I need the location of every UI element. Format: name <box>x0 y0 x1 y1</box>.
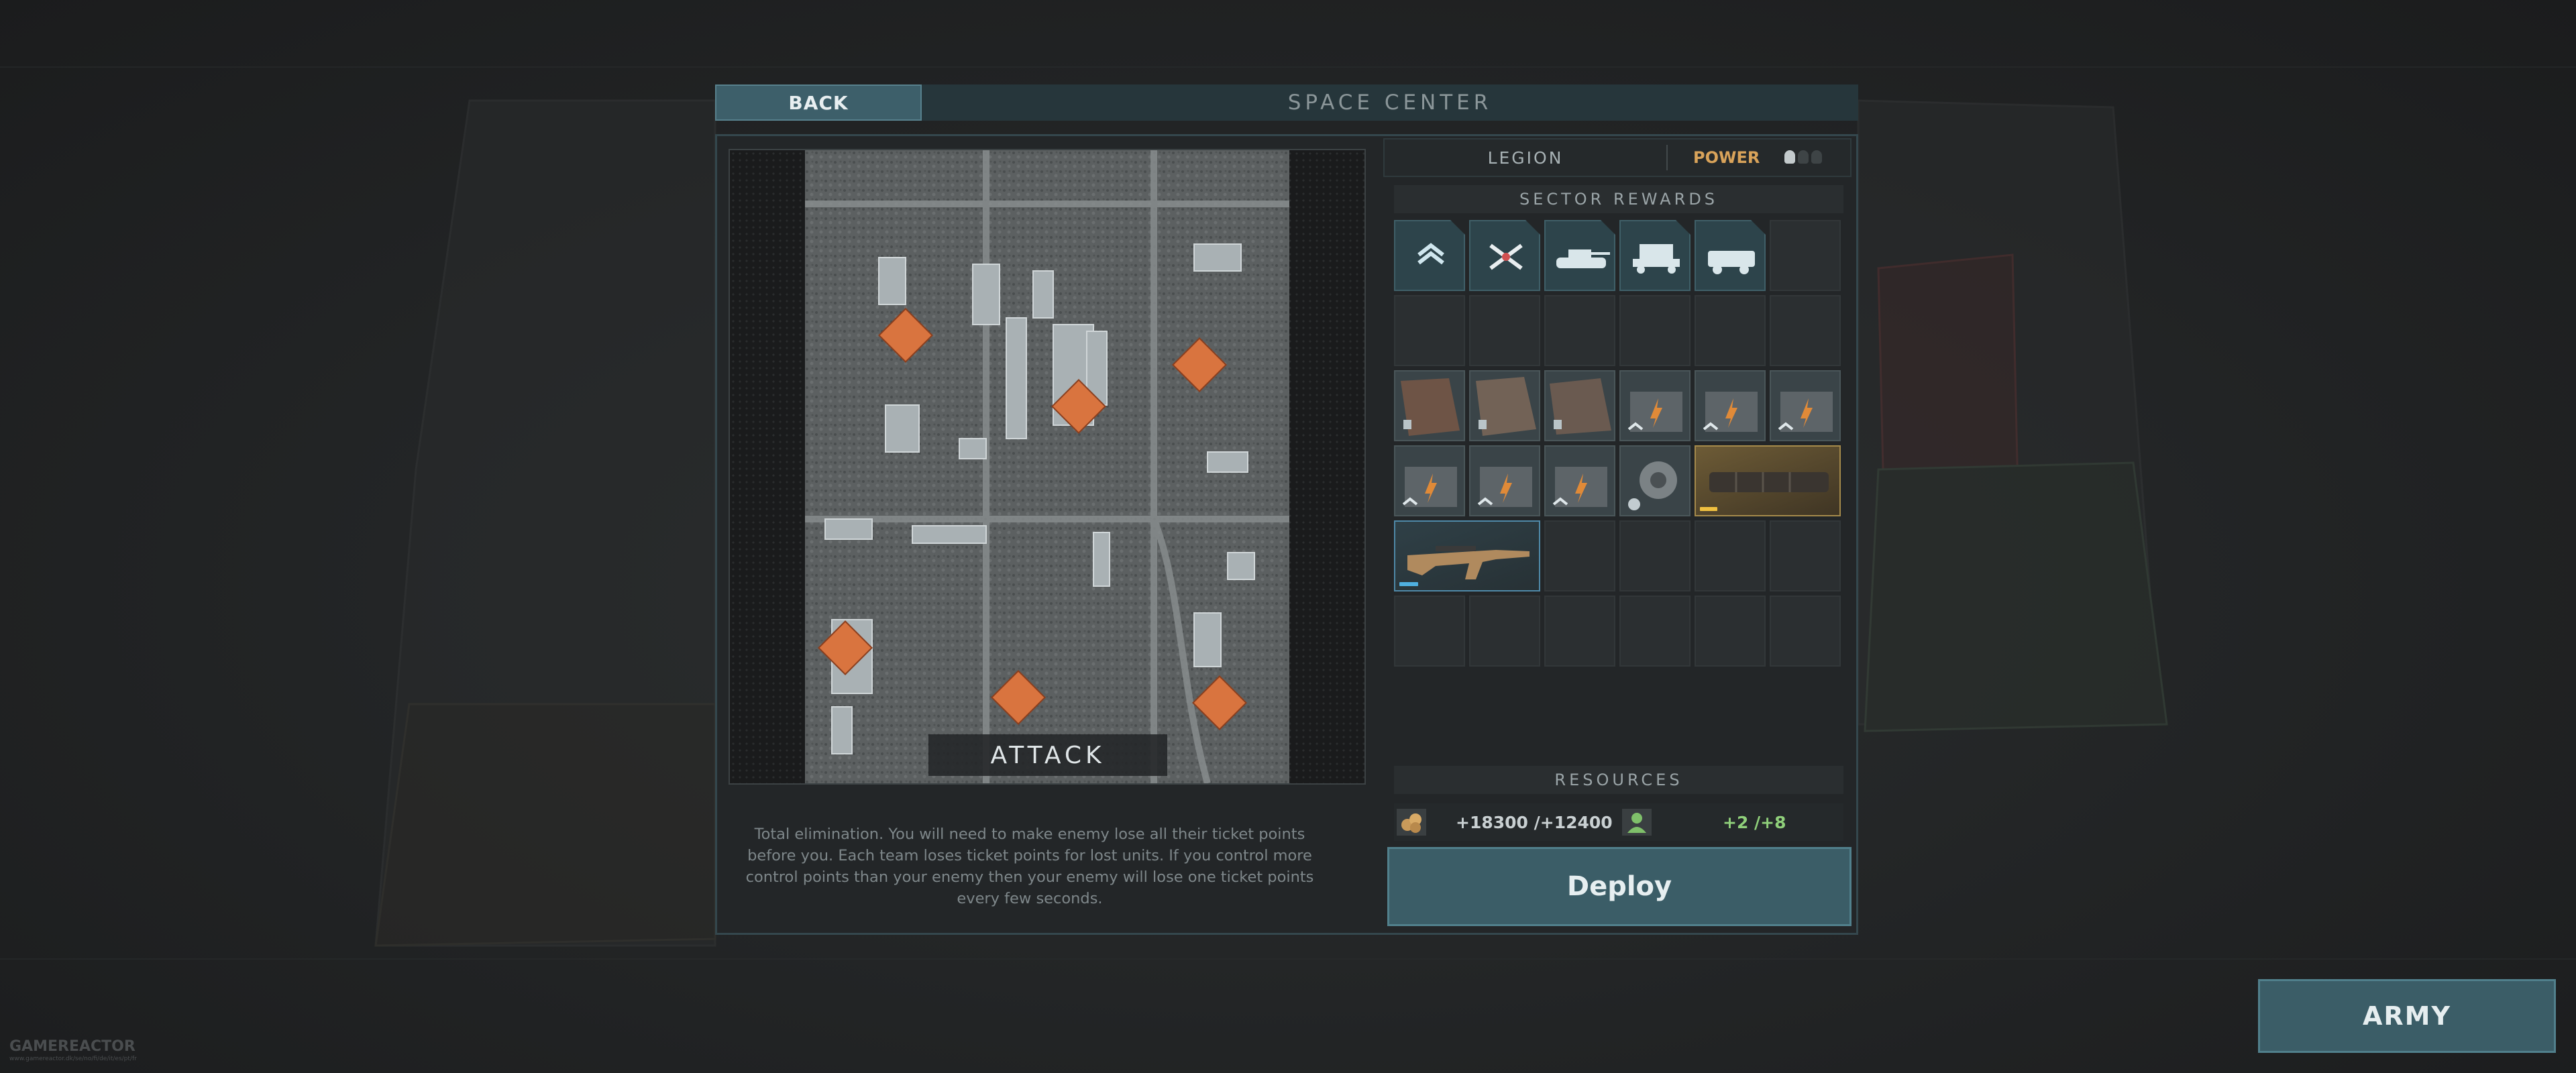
armored-truck-icon[interactable] <box>1695 220 1766 291</box>
empty-slot <box>1770 295 1841 366</box>
divider <box>1666 145 1668 170</box>
mode-description: Total elimination. You will need to make… <box>745 826 1314 907</box>
supplies-icon <box>1397 809 1426 836</box>
sector-rewards-header: SECTOR REWARDS <box>1394 185 1843 213</box>
empty-slot <box>1619 295 1690 366</box>
ammo-crate-icon[interactable] <box>1469 445 1540 516</box>
empty-slot <box>1695 520 1766 591</box>
armor-plate-icon[interactable] <box>1394 370 1465 441</box>
page-title: SPACE CENTER <box>1287 91 1493 115</box>
empty-slot <box>1619 596 1690 667</box>
supplies-value: +18300 /+12400 <box>1456 812 1613 832</box>
resources-header: RESOURCES <box>1394 766 1843 794</box>
army-button[interactable]: ARMY <box>2258 979 2556 1053</box>
satellite-map-image <box>805 150 1289 783</box>
rewards-grid <box>1394 220 1843 676</box>
empty-slot <box>1544 596 1615 667</box>
crossed-weapons-icon[interactable] <box>1469 220 1540 291</box>
rocket-launcher-icon[interactable] <box>1619 220 1690 291</box>
empty-slot <box>1695 596 1766 667</box>
faction-name: LEGION <box>1487 148 1564 168</box>
empty-slot <box>1544 295 1615 366</box>
rarity-bar <box>1399 582 1418 586</box>
power-label: POWER <box>1693 148 1760 167</box>
ammo-crate-icon[interactable] <box>1544 445 1615 516</box>
empty-slot <box>1770 596 1841 667</box>
manpower-value: +2 /+8 <box>1723 812 1786 832</box>
game-mode-label: ATTACK <box>928 734 1167 776</box>
ammo-crate-icon[interactable] <box>1394 445 1465 516</box>
empty-slot <box>1770 220 1841 291</box>
tank-icon[interactable] <box>1544 220 1615 291</box>
empty-slot <box>1394 596 1465 667</box>
game-screen: BACK SPACE CENTER ATTACK Total eliminati… <box>0 0 2576 1073</box>
skull-icon <box>1811 150 1822 164</box>
ammo-crate-icon[interactable] <box>1619 370 1690 441</box>
empty-slot <box>1469 596 1540 667</box>
power-meter <box>1784 150 1822 164</box>
empty-slot <box>1469 295 1540 366</box>
minigun-icon[interactable] <box>1695 445 1841 516</box>
resources-row: +18300 /+12400 +2 /+8 <box>1394 803 1843 841</box>
ammo-crate-icon[interactable] <box>1770 370 1841 441</box>
empty-slot <box>1770 520 1841 591</box>
ammo-crate-icon[interactable] <box>1695 370 1766 441</box>
empty-slot <box>1544 520 1615 591</box>
watermark-logo: GAMEREACTOR <box>9 1038 136 1055</box>
tactical-map[interactable] <box>805 150 1289 783</box>
empty-slot <box>1394 295 1465 366</box>
deploy-button[interactable]: Deploy <box>1387 847 1851 926</box>
top-bar: BACK SPACE CENTER <box>715 84 1858 121</box>
rarity-bar <box>1700 507 1717 511</box>
faction-bar: LEGION POWER <box>1383 138 1851 177</box>
empty-slot <box>1695 295 1766 366</box>
turbine-icon[interactable] <box>1619 445 1690 516</box>
skull-icon <box>1784 150 1795 164</box>
empty-slot <box>1619 520 1690 591</box>
armor-plate-icon[interactable] <box>1469 370 1540 441</box>
skull-icon <box>1798 150 1809 164</box>
armor-plate-icon[interactable] <box>1544 370 1615 441</box>
rank-chevron-icon[interactable] <box>1394 220 1465 291</box>
watermark-url: www.gamereactor.dk/se/no/fi/de/it/es/pt/… <box>9 1056 137 1062</box>
back-button[interactable]: BACK <box>715 84 922 121</box>
assault-rifle-icon[interactable] <box>1394 520 1540 591</box>
manpower-icon <box>1622 809 1652 836</box>
